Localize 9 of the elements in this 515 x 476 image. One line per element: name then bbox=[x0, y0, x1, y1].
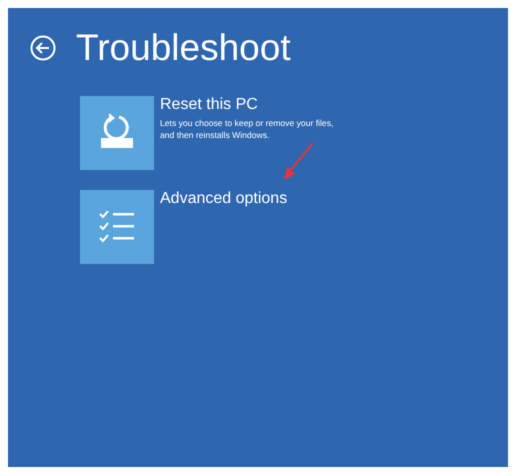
option-title[interactable]: Advanced options bbox=[160, 190, 288, 208]
checklist-icon bbox=[98, 211, 136, 243]
option-tile[interactable] bbox=[80, 96, 154, 170]
annotation-arrow bbox=[284, 142, 314, 180]
back-icon[interactable] bbox=[30, 35, 56, 61]
option-description: Lets you choose to keep or remove your files, and then reinstalls Windows. bbox=[160, 117, 334, 141]
option-title[interactable]: Reset this PC bbox=[160, 96, 345, 114]
option-tile[interactable] bbox=[80, 190, 154, 264]
page-title: Troubleshoot bbox=[76, 26, 291, 70]
